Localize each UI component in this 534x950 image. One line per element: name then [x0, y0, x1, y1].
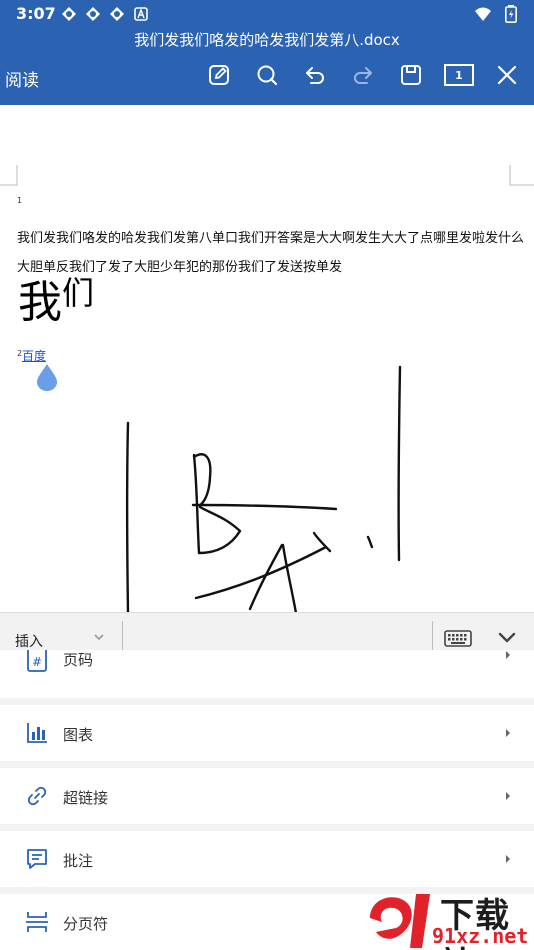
chevron-right-icon [506, 651, 510, 659]
insert-dropdown-label[interactable]: 插入 [15, 631, 43, 651]
close-button[interactable] [492, 60, 522, 90]
notification-app-icon [84, 5, 102, 23]
status-bar: 3:07 [0, 0, 534, 28]
undo-button[interactable] [300, 60, 330, 90]
notification-app-icon [108, 5, 126, 23]
save-icon [401, 65, 421, 85]
save-button[interactable] [396, 60, 426, 90]
document-title: 我们发我们咯发的哈发我们发第八.docx [134, 31, 400, 49]
watermark-url: 91xz.net [432, 924, 529, 948]
header-toolbar: 1 [204, 60, 522, 90]
document-canvas[interactable]: 1 我们发我们咯发的哈发我们发第八单口我们开答案是大大啊发生大大了点哪里发啦发什… [0, 105, 534, 613]
page-break-icon [26, 912, 48, 932]
menu-item-hyperlink[interactable]: 超链接 [0, 768, 534, 824]
menu-item-label: 图表 [63, 726, 94, 744]
close-icon [497, 65, 517, 85]
wifi-icon [474, 5, 492, 23]
page-count-button[interactable]: 1 [444, 60, 474, 90]
menu-item-page-number[interactable]: # 页码 [0, 650, 534, 698]
redo-icon [354, 67, 372, 84]
page-count-icon: 1 [444, 64, 474, 86]
keyboard-icon[interactable] [444, 629, 472, 649]
edit-button[interactable] [204, 60, 234, 90]
menu-item-label: 分页符 [63, 915, 109, 933]
status-system-icons [474, 5, 520, 23]
menu-item-label: 批注 [63, 852, 94, 870]
notification-app-icon [60, 5, 78, 23]
chevron-right-icon [506, 792, 510, 800]
battery-icon [502, 5, 520, 23]
search-icon [257, 65, 278, 86]
search-button[interactable] [252, 60, 282, 90]
hyperlink-icon [27, 786, 47, 806]
undo-icon [306, 67, 324, 84]
menu-item-comment[interactable]: 批注 [0, 831, 534, 887]
chevron-down-icon[interactable] [93, 631, 105, 643]
menu-item-label: 页码 [63, 651, 94, 669]
reading-mode-button[interactable]: 阅读 [5, 66, 39, 91]
collapse-chevron-icon[interactable] [498, 631, 516, 645]
svg-text:#: # [32, 655, 42, 669]
menu-item-chart[interactable]: 图表 [0, 705, 534, 761]
chevron-right-icon [506, 729, 510, 737]
menu-item-label: 超链接 [63, 789, 109, 807]
page-number-icon: # [27, 650, 47, 672]
redo-button[interactable] [348, 60, 378, 90]
chevron-right-icon [506, 855, 510, 863]
app-header: 3:07 我们发我们咯发的哈发我们发第八.docx 阅读 1 [0, 0, 534, 105]
status-time: 3:07 [16, 4, 56, 23]
edit-icon [209, 65, 229, 85]
handwriting-ink [126, 365, 402, 613]
comment-icon [27, 849, 47, 869]
status-notification-icons [60, 5, 150, 23]
notification-a-icon [132, 5, 150, 23]
chart-icon [27, 723, 47, 743]
